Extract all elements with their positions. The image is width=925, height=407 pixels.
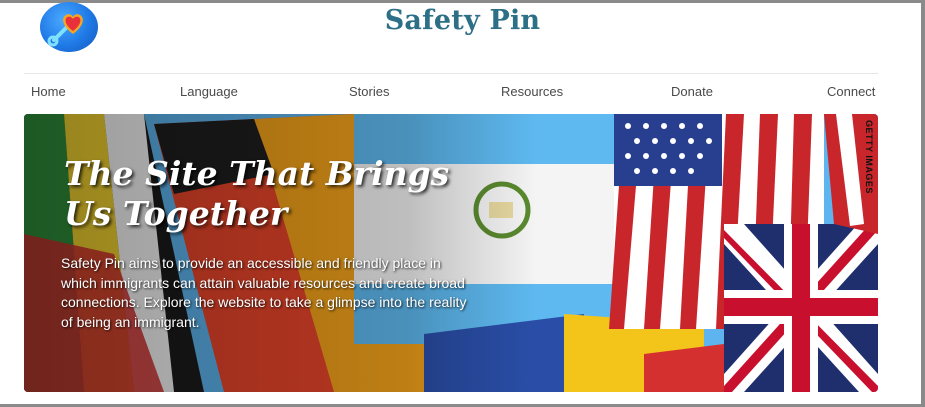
site-title[interactable]: Safety Pin [0,5,925,36]
window-top-border [0,0,925,3]
image-credit: GETTY IMAGES [864,120,874,194]
main-nav: Home Language Stories Resources Donate C… [24,84,878,102]
window-right-border [921,0,925,407]
hero-banner: The Site That Brings Us Together Safety … [24,114,878,392]
header-divider [24,73,878,74]
nav-resources[interactable]: Resources [501,84,563,99]
nav-language[interactable]: Language [180,84,238,99]
nav-stories[interactable]: Stories [349,84,389,99]
hero-heading: The Site That Brings Us Together [64,154,450,233]
nav-donate[interactable]: Donate [671,84,713,99]
nav-connect[interactable]: Connect [827,84,875,99]
nav-home[interactable]: Home [31,84,66,99]
hero-description: Safety Pin aims to provide an accessible… [61,255,467,330]
